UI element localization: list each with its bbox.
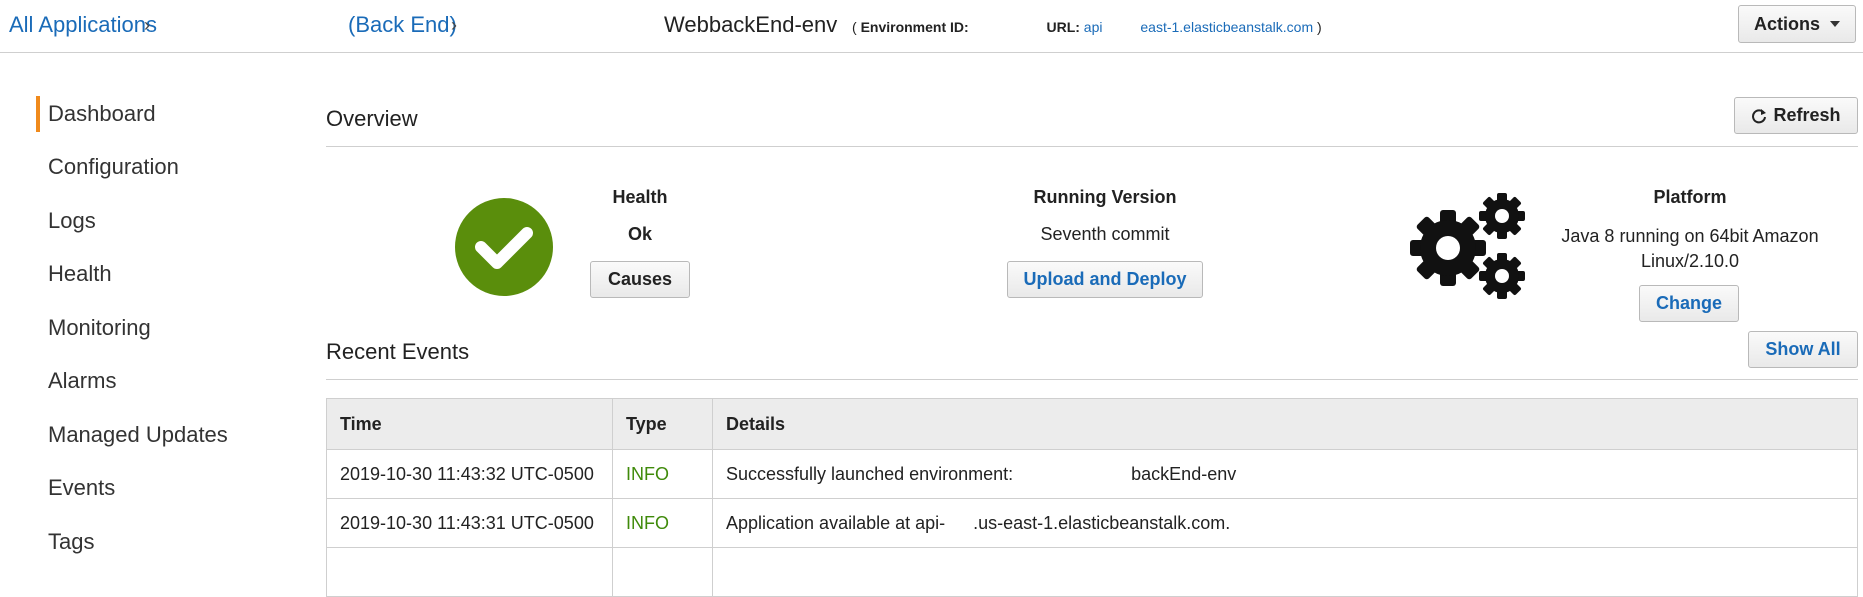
health-label: Health [612,187,668,207]
column-header-type[interactable]: Type [612,398,713,450]
sidebar-item-tags[interactable]: Tags [48,529,94,555]
breadcrumb-all-applications[interactable]: All Applications [9,12,157,38]
sidebar-item-events[interactable]: Events [48,475,115,501]
causes-button[interactable]: Causes [590,261,690,298]
gears-icon [1410,193,1525,299]
breadcrumb-separator: › [451,15,457,35]
top-bar: All Applications › (Back End) › WebbackE… [0,0,1863,53]
overview-divider [326,146,1858,147]
close-paren: ) [1317,19,1322,35]
sidebar-item-managed-updates[interactable]: Managed Updates [48,422,228,448]
event-type: INFO [612,449,713,499]
refresh-button[interactable]: Refresh [1734,97,1858,134]
event-time: 2019-10-30 11:43:32 UTC-0500 [326,449,613,499]
event-type: INFO [612,498,713,548]
refresh-button-label: Refresh [1773,105,1841,125]
change-platform-button[interactable]: Change [1639,285,1739,322]
actions-button-label: Actions [1753,13,1820,34]
event-details [712,547,1858,597]
running-version-label: Running Version [1033,187,1177,207]
open-paren: ( [852,19,857,35]
sidebar-item-alarms[interactable]: Alarms [48,368,116,394]
overview-title: Overview [326,106,418,131]
sidebar-item-configuration[interactable]: Configuration [48,154,179,180]
recent-events-title: Recent Events [326,339,470,364]
active-indicator [36,96,40,132]
event-details: Application available at api- .us-east-1.… [712,498,1858,548]
event-details-end: .us-east-1.elasticbeanstalk.com. [973,512,1231,533]
platform-label: Platform [1653,187,1727,207]
url-prefix[interactable]: api [1084,19,1103,35]
platform-value: Java 8 running on 64bit Amazon Linux/2.1… [1561,226,1819,271]
show-all-button[interactable]: Show All [1748,331,1858,368]
event-details-start: Application available at api- [726,512,946,533]
event-details-start: Successfully launched environment: [726,463,1014,484]
upload-and-deploy-button[interactable]: Upload and Deploy [1007,261,1203,298]
breadcrumb-application[interactable]: (Back End) [348,12,457,38]
health-status: Ok [627,224,652,244]
breadcrumb-separator: › [144,15,150,35]
refresh-icon [1752,108,1767,123]
environment-meta: ( Environment ID: URL: api east-1.elasti… [852,19,1322,35]
url-label: URL: [1046,19,1080,35]
caret-down-icon [1830,21,1840,27]
sidebar-item-dashboard[interactable]: Dashboard [48,101,156,127]
table-row: 2019-10-30 11:43:31 UTC-0500 INFO Applic… [326,498,1858,548]
event-details-end: backEnd-env [1131,463,1237,484]
sidebar-item-health[interactable]: Health [48,261,112,287]
column-header-time[interactable]: Time [326,398,613,450]
events-table: Time Type Details 2019-10-30 11:43:32 UT… [326,398,1858,597]
running-version-value: Seventh commit [1040,224,1170,244]
table-row: 2019-10-30 11:43:32 UTC-0500 INFO Succes… [326,449,1858,499]
event-type [612,547,713,597]
url-suffix[interactable]: east-1.elasticbeanstalk.com [1140,19,1313,35]
check-circle-icon [455,198,553,296]
environment-id-label: Environment ID: [860,19,969,35]
breadcrumb-environment-name: WebbackEnd-env [664,12,838,37]
sidebar-item-logs[interactable]: Logs [48,208,96,234]
sidebar-item-monitoring[interactable]: Monitoring [48,315,151,341]
table-row [326,547,1858,597]
column-header-details[interactable]: Details [712,398,1858,450]
table-header-row: Time Type Details [326,398,1858,450]
event-time [326,547,613,597]
event-time: 2019-10-30 11:43:31 UTC-0500 [326,498,613,548]
event-details: Successfully launched environment: backEn… [712,449,1858,499]
events-divider [326,379,1858,380]
actions-button[interactable]: Actions [1738,5,1856,43]
